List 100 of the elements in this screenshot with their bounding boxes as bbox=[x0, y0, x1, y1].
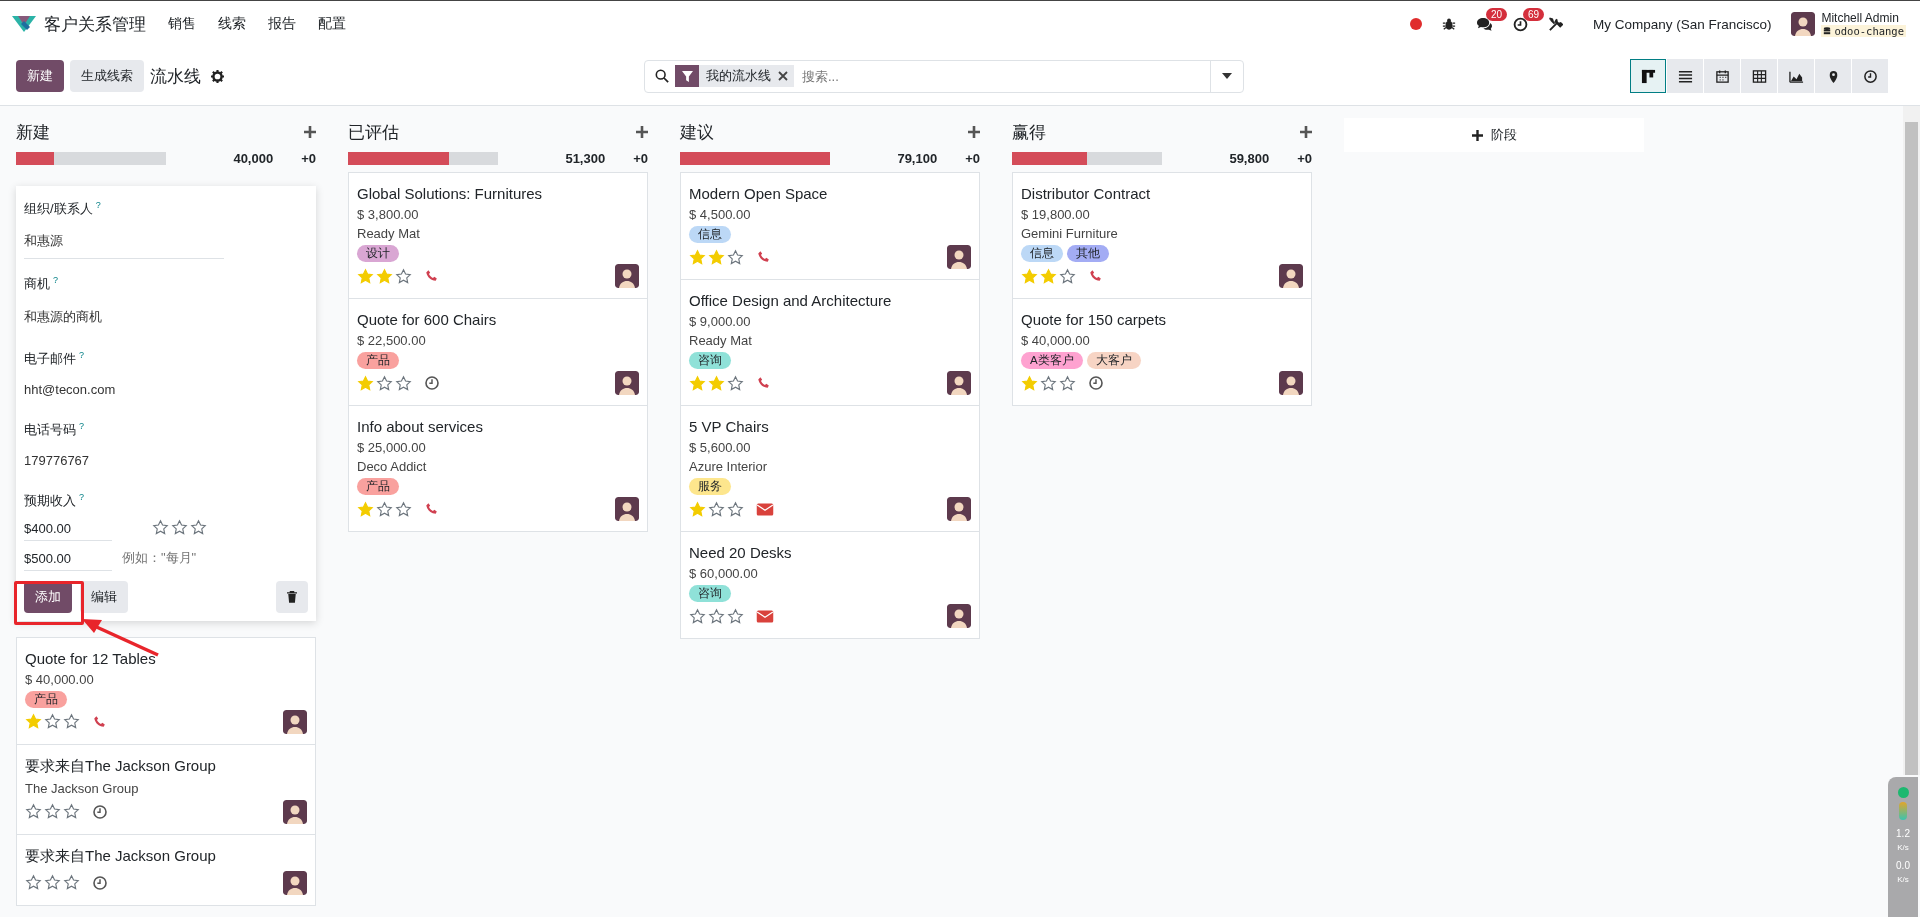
edit-button[interactable]: 编辑 bbox=[80, 580, 128, 613]
filter-facet[interactable]: 我的流水线 bbox=[675, 65, 794, 87]
user-name[interactable]: Mitchell Admin bbox=[1821, 11, 1906, 25]
opportunity-card[interactable]: Modern Open Space $ 4,500.00 信息 bbox=[680, 172, 980, 280]
star-icon[interactable] bbox=[25, 874, 42, 892]
opportunity-card[interactable]: Distributor Contract $ 19,800.00 Gemini Furniture 信息 其他 bbox=[1012, 172, 1312, 299]
star-icon[interactable] bbox=[727, 607, 744, 625]
search-field[interactable]: 我的流水线 搜索... bbox=[644, 59, 1244, 93]
opportunity-card[interactable]: Info about services $ 25,000.00 Deco Addict 产品 bbox=[348, 405, 648, 532]
plus-icon[interactable] bbox=[304, 126, 316, 138]
menu-item[interactable]: 销售 bbox=[168, 15, 196, 33]
opportunity-card[interactable]: Global Solutions: Furnitures $ 3,800.00 Ready Mat 设计 bbox=[348, 172, 648, 299]
star-icon[interactable] bbox=[376, 500, 393, 518]
clock-icon[interactable] bbox=[1088, 375, 1104, 391]
opportunity-card[interactable]: Need 20 Desks $ 60,000.00 咨询 bbox=[680, 531, 980, 639]
help-mark[interactable]: ? bbox=[53, 275, 58, 286]
plus-icon[interactable] bbox=[1300, 126, 1312, 138]
input-field[interactable]: 和惠源 bbox=[24, 218, 224, 260]
star-icon[interactable] bbox=[395, 374, 412, 392]
add-stage-button[interactable]: 阶段 bbox=[1344, 118, 1644, 152]
phone-icon[interactable] bbox=[1088, 268, 1104, 284]
opportunity-card[interactable]: 要求来自The Jackson Group The Jackson Group bbox=[16, 743, 316, 835]
new-button[interactable]: 新建 bbox=[16, 60, 64, 92]
star-icon[interactable] bbox=[689, 607, 706, 625]
input-field[interactable]: 和惠源的商机 bbox=[24, 293, 224, 334]
column-delta: +0 bbox=[633, 150, 648, 166]
card-amount: $ 5,600.00 bbox=[689, 440, 752, 455]
help-mark[interactable]: ? bbox=[79, 421, 84, 431]
app-name[interactable]: 客户关系管理 bbox=[44, 12, 146, 36]
generate-leads-button[interactable]: 生成线索 bbox=[70, 60, 144, 92]
star-icon[interactable] bbox=[1059, 374, 1076, 392]
tools-icon[interactable] bbox=[1547, 16, 1563, 32]
star-icon[interactable] bbox=[727, 374, 744, 392]
star-icon[interactable] bbox=[376, 374, 393, 392]
column-title: 赢得 bbox=[1012, 121, 1046, 144]
progress-bar[interactable] bbox=[16, 151, 166, 165]
star-icon[interactable] bbox=[25, 803, 42, 821]
clock-icon[interactable] bbox=[424, 375, 440, 391]
card-title: Global Solutions: Furnitures bbox=[357, 185, 544, 202]
record-dot-icon[interactable] bbox=[1409, 18, 1422, 30]
star-icon[interactable] bbox=[171, 519, 188, 537]
input-field[interactable]: hht@tecon.com bbox=[24, 368, 224, 405]
star-icon[interactable] bbox=[152, 519, 169, 537]
help-mark[interactable]: ? bbox=[79, 349, 84, 360]
phone-icon[interactable] bbox=[424, 501, 440, 517]
progress-bar[interactable] bbox=[680, 151, 830, 165]
menu-item[interactable]: 配置 bbox=[318, 15, 346, 33]
opportunity-card[interactable]: Quote for 12 Tables $ 40,000.00 产品 bbox=[16, 636, 316, 745]
bug-icon[interactable] bbox=[1441, 17, 1456, 31]
help-mark[interactable]: ? bbox=[79, 492, 84, 503]
close-icon[interactable] bbox=[778, 71, 788, 81]
chat-icon[interactable] bbox=[1475, 16, 1493, 32]
star-icon[interactable] bbox=[395, 500, 412, 518]
star-icon[interactable] bbox=[727, 500, 744, 518]
plus-icon[interactable] bbox=[968, 126, 980, 138]
clock-icon[interactable] bbox=[92, 803, 108, 820]
phone-icon[interactable] bbox=[92, 713, 108, 730]
menu-item[interactable]: 线索 bbox=[218, 15, 246, 33]
star-icon[interactable] bbox=[708, 500, 725, 518]
envelope-icon[interactable] bbox=[756, 501, 774, 517]
opportunity-card[interactable]: Quote for 600 Chairs $ 22,500.00 产品 bbox=[348, 298, 648, 406]
phone-icon[interactable] bbox=[756, 375, 772, 391]
settings-icon[interactable] bbox=[211, 69, 224, 83]
clock-icon[interactable] bbox=[92, 874, 108, 891]
opportunity-card[interactable]: Quote for 150 carpets $ 40,000.00 A类客户 大客户 bbox=[1012, 298, 1312, 406]
star-icon[interactable] bbox=[44, 713, 61, 731]
delete-button[interactable] bbox=[276, 580, 308, 613]
star-icon[interactable] bbox=[44, 803, 61, 821]
star-icon[interactable] bbox=[63, 713, 80, 731]
plus-icon[interactable] bbox=[636, 126, 648, 138]
star-icon[interactable] bbox=[63, 803, 80, 821]
company-switcher[interactable]: My Company (San Francisco) bbox=[1592, 16, 1772, 32]
star-icon[interactable] bbox=[727, 248, 744, 266]
progress-bar[interactable] bbox=[1012, 151, 1162, 165]
opportunity-card[interactable]: 要求来自The Jackson Group bbox=[16, 833, 316, 906]
star-icon[interactable] bbox=[708, 607, 725, 625]
view-switch-button[interactable] bbox=[1630, 59, 1666, 93]
app-logo-icon[interactable] bbox=[12, 15, 36, 33]
star-icon[interactable] bbox=[44, 874, 61, 892]
input-field[interactable]: $500.00 bbox=[24, 544, 112, 571]
scrollbar[interactable] bbox=[1903, 106, 1920, 775]
phone-icon[interactable] bbox=[424, 268, 440, 284]
star-icon[interactable] bbox=[395, 267, 412, 285]
phone-icon[interactable] bbox=[756, 249, 772, 265]
help-mark[interactable]: ? bbox=[95, 200, 101, 210]
star-icon[interactable] bbox=[1059, 267, 1076, 285]
envelope-icon[interactable] bbox=[756, 608, 774, 624]
menu-item[interactable]: 报告 bbox=[268, 15, 296, 33]
card-title: Modern Open Space bbox=[689, 185, 829, 202]
star-icon[interactable] bbox=[25, 713, 42, 731]
clock-icon[interactable] bbox=[1512, 16, 1528, 32]
star-icon[interactable] bbox=[190, 519, 207, 537]
star-icon[interactable] bbox=[1040, 374, 1057, 392]
input-field[interactable]: $400.00 bbox=[24, 514, 112, 541]
star-icon[interactable] bbox=[63, 874, 80, 892]
input-field[interactable]: 179776767 bbox=[24, 439, 224, 477]
opportunity-card[interactable]: 5 VP Chairs $ 5,600.00 Azure Interior 服务 bbox=[680, 405, 980, 532]
opportunity-card[interactable]: Office Design and Architecture $ 9,000.00 Ready Mat 咨询 bbox=[680, 279, 980, 406]
avatar-icon bbox=[947, 371, 971, 395]
progress-bar[interactable] bbox=[348, 151, 498, 165]
